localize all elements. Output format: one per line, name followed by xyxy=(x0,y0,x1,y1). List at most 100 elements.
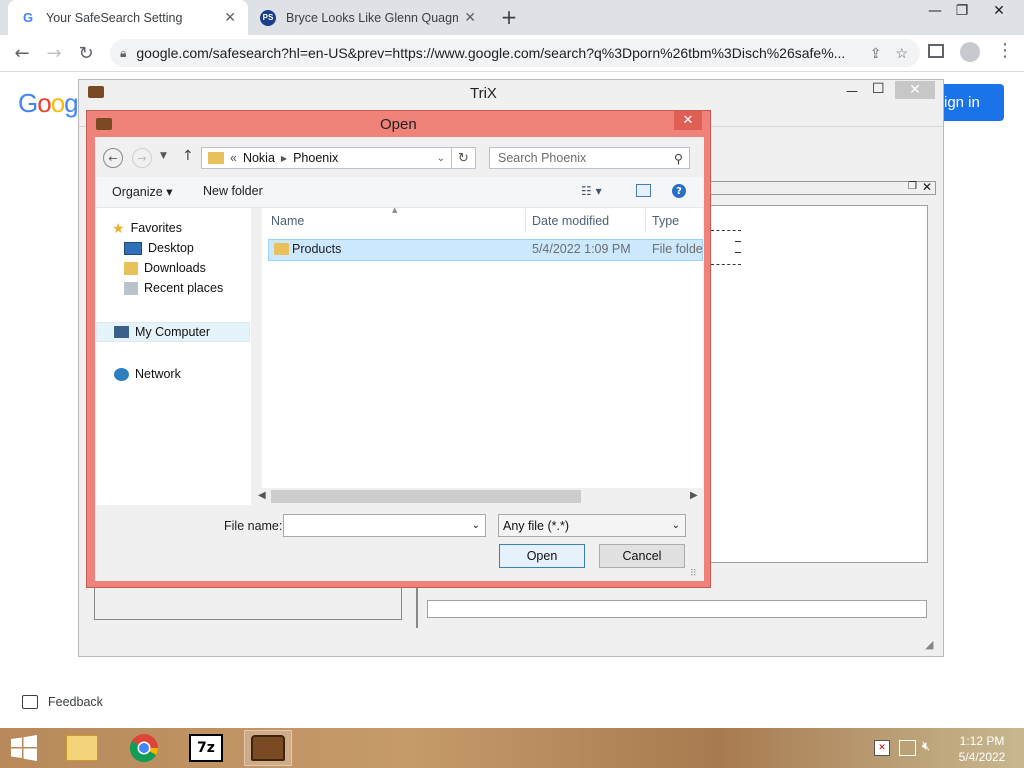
help-icon[interactable]: ? xyxy=(672,184,686,198)
scroll-left-icon[interactable]: ◀ xyxy=(258,490,266,501)
star-icon: ★ xyxy=(112,219,125,236)
trix-app-icon xyxy=(88,86,104,98)
start-button[interactable] xyxy=(0,730,48,766)
dialog-forward-icon[interactable]: → xyxy=(132,148,152,168)
nav-favorites-label: Favorites xyxy=(130,221,182,235)
side-panel-icon[interactable] xyxy=(928,44,944,58)
minimize-button[interactable]: — xyxy=(920,0,950,22)
file-name-input[interactable]: ⌄ xyxy=(283,514,486,537)
chevron-down-icon[interactable]: ⌄ xyxy=(472,520,480,531)
column-date-modified[interactable]: Date modified xyxy=(532,211,609,231)
file-type-select[interactable]: Any file (*.*) ⌄ xyxy=(498,514,686,537)
trix-console-panel xyxy=(706,205,928,563)
nav-desktop[interactable]: Desktop xyxy=(112,238,223,258)
back-icon[interactable]: ← xyxy=(10,42,34,64)
column-separator[interactable] xyxy=(525,209,526,233)
folder-icon xyxy=(208,152,224,164)
breadcrumb-overflow[interactable]: « xyxy=(230,151,237,165)
close-tab-icon[interactable]: ✕ xyxy=(224,9,236,26)
system-clock[interactable]: 1:12 PM 5/4/2022 xyxy=(952,733,1012,765)
dashed-line xyxy=(711,230,741,231)
share-icon[interactable]: ⇪ xyxy=(870,45,882,62)
close-tab-icon[interactable]: ✕ xyxy=(464,9,476,26)
restore-button[interactable]: ❐ xyxy=(947,0,977,22)
file-name-label: File name: xyxy=(224,519,283,533)
network-tray-icon[interactable] xyxy=(899,740,916,756)
windows-logo-icon xyxy=(11,735,37,761)
breadcrumb[interactable]: « Nokia ▶ Phoenix ⌄ xyxy=(201,147,452,169)
nav-recent-label: Recent places xyxy=(144,281,224,295)
nav-favorites-group: ★ Favorites Desktop Downloads Recent plac… xyxy=(112,218,223,298)
scroll-right-icon[interactable]: ▶ xyxy=(690,490,698,501)
taskbar-7zip[interactable]: 7z xyxy=(182,730,230,766)
subwindow-restore-icon[interactable]: ❐ xyxy=(908,181,917,192)
trix-titlebar xyxy=(79,80,943,108)
action-center-flag-icon[interactable]: ✕ xyxy=(874,740,890,756)
feedback-icon xyxy=(22,695,38,709)
nav-my-computer[interactable]: My Computer xyxy=(114,322,210,342)
column-type[interactable]: Type xyxy=(652,211,679,231)
ps-favicon-icon: PS xyxy=(260,9,276,26)
open-button[interactable]: Open xyxy=(499,544,585,568)
clock-time: 1:12 PM xyxy=(959,734,1005,748)
recent-locations-chevron-icon[interactable]: ▼ xyxy=(160,151,167,161)
scrollbar-thumb[interactable] xyxy=(271,490,581,503)
feedback-link[interactable]: Feedback xyxy=(22,695,103,709)
network-icon xyxy=(114,367,129,381)
dialog-close-button[interactable]: ✕ xyxy=(674,111,702,130)
subwindow-close-icon[interactable]: ✕ xyxy=(922,180,932,194)
file-type-value: Any file (*.*) xyxy=(503,518,569,533)
trix-maximize-button[interactable]: ☐ xyxy=(872,81,885,97)
forward-icon[interactable]: → xyxy=(42,42,66,64)
nav-network[interactable]: Network xyxy=(114,364,181,384)
dashed-line xyxy=(735,252,741,253)
bookmark-star-icon[interactable]: ☆ xyxy=(895,45,908,62)
up-folder-icon[interactable]: ↑ xyxy=(182,148,194,164)
tab-bryce[interactable]: PS Bryce Looks Like Glenn Quagmire ✕ xyxy=(248,0,488,35)
breadcrumb-nokia[interactable]: Nokia xyxy=(243,151,275,165)
column-separator[interactable] xyxy=(645,209,646,233)
profile-avatar-icon[interactable] xyxy=(960,42,980,62)
nav-favorites[interactable]: ★ Favorites xyxy=(112,218,223,238)
trix-left-bottom-panel xyxy=(94,588,402,620)
taskbar-file-explorer[interactable] xyxy=(58,730,106,766)
command-bar xyxy=(96,177,703,208)
dialog-resize-grip-icon[interactable]: ⠿ xyxy=(690,569,697,579)
reload-icon[interactable]: ↻ xyxy=(74,42,98,64)
trix-chest-icon xyxy=(251,735,285,761)
nav-downloads[interactable]: Downloads xyxy=(112,258,223,278)
menu-kebab-icon[interactable]: ⋮ xyxy=(996,40,1014,61)
trix-close-button[interactable]: ✕ xyxy=(895,81,935,99)
volume-muted-icon[interactable]: 🔇︎ xyxy=(922,739,930,754)
breadcrumb-phoenix[interactable]: Phoenix xyxy=(293,151,338,165)
taskbar-trix[interactable] xyxy=(244,730,292,766)
breadcrumb-separator-icon: ▶ xyxy=(280,153,288,163)
preview-pane-icon[interactable] xyxy=(636,184,651,197)
google-logo: Goog xyxy=(18,88,79,118)
cancel-button[interactable]: Cancel xyxy=(599,544,685,568)
desktop-icon xyxy=(124,241,142,255)
nav-computer-label: My Computer xyxy=(135,325,211,339)
nav-recent-places[interactable]: Recent places xyxy=(112,278,223,298)
sort-ascending-icon: ▲ xyxy=(392,206,398,214)
dialog-back-icon[interactable]: ← xyxy=(103,148,123,168)
address-bar[interactable]: 🔒︎ google.com/safesearch?hl=en-US&prev=h… xyxy=(110,39,920,67)
refresh-icon[interactable]: ↻ xyxy=(452,147,476,169)
organize-button[interactable]: Organize ▾ xyxy=(112,184,172,199)
trix-command-input[interactable] xyxy=(427,600,927,618)
trix-minimize-button[interactable]: — xyxy=(846,84,858,98)
search-input[interactable]: Search Phoenix ⚲ xyxy=(489,147,690,169)
dialog-title: Open xyxy=(380,116,417,133)
clock-date: 5/4/2022 xyxy=(958,750,1006,764)
new-folder-button[interactable]: New folder xyxy=(203,184,263,198)
breadcrumb-dropdown-icon[interactable]: ⌄ xyxy=(437,153,445,164)
taskbar-chrome[interactable] xyxy=(120,730,168,766)
trix-splitter[interactable] xyxy=(416,588,418,628)
trix-title: TriX xyxy=(470,85,497,102)
new-tab-button[interactable]: + xyxy=(498,5,520,29)
close-window-button[interactable]: ✕ xyxy=(984,0,1014,22)
tab-safesearch[interactable]: G Your SafeSearch Setting ✕ xyxy=(8,0,248,35)
view-options-icon[interactable]: ☷ ▾ xyxy=(581,184,602,198)
column-name[interactable]: Name xyxy=(271,211,304,231)
resize-grip-icon[interactable]: ◢ xyxy=(925,638,933,651)
